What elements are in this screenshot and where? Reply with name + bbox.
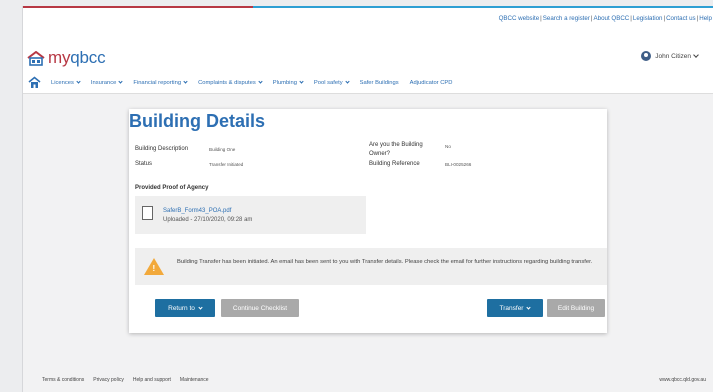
transfer-button[interactable]: Transfer: [487, 299, 543, 317]
proof-of-agency-file: SaferB_Form43_POA.pdf Uploaded - 27/10/2…: [135, 196, 366, 234]
chevron-down-icon: [344, 79, 350, 84]
return-to-button[interactable]: Return to: [155, 299, 215, 317]
building-description-label: Building Description: [135, 146, 189, 152]
site-header: myqbcc John Citizen: [23, 34, 713, 72]
chevron-down-icon: [258, 79, 263, 84]
transfer-alert: ! Building Transfer has been initiated. …: [135, 248, 607, 285]
house-logo-icon: [27, 50, 45, 66]
page-frame: QBCC website|Search a register|About QBC…: [22, 6, 713, 392]
chevron-down-icon: [299, 79, 304, 84]
footer-maintenance[interactable]: Maintenance: [180, 377, 209, 383]
nav-complaints-disputes[interactable]: Complaints & disputes: [198, 79, 263, 86]
page-title: Building Details: [129, 111, 266, 131]
building-description-value: Building One: [209, 147, 236, 152]
nav-adjudicator-cpd[interactable]: Adjudicator CPD: [410, 80, 453, 86]
nav-safer-buildings[interactable]: Safer Buildings: [360, 80, 399, 86]
owner-label-line2: Owner?: [369, 151, 391, 157]
chevron-down-icon: [198, 304, 203, 310]
building-reference-value: BLI-0025266: [445, 162, 472, 167]
main-nav: Licences Insurance Financial reporting C…: [23, 72, 713, 94]
utility-links: QBCC website|Search a register|About QBC…: [498, 15, 712, 22]
link-contact[interactable]: Contact us: [666, 15, 696, 22]
alert-message: Building Transfer has been initiated. An…: [177, 259, 593, 265]
status-value: Transfer Initiated: [209, 162, 244, 167]
footer-site-url[interactable]: www.qbcc.qld.gov.au: [659, 377, 706, 383]
file-link[interactable]: SaferB_Form43_POA.pdf: [163, 208, 231, 214]
link-search-register[interactable]: Search a register: [543, 15, 590, 22]
link-about[interactable]: About QBCC: [594, 15, 630, 22]
proof-of-agency-heading: Provided Proof of Agency: [135, 185, 209, 191]
owner-label: Are you the Building: [369, 142, 423, 148]
building-reference-label: Building Reference: [369, 161, 420, 167]
nav-financial-reporting[interactable]: Financial reporting: [133, 79, 188, 86]
chevron-down-icon: [526, 304, 532, 310]
user-name: John Citizen: [655, 52, 691, 60]
link-legislation[interactable]: Legislation: [633, 15, 663, 22]
continue-checklist-button[interactable]: Continue Checklist: [221, 299, 299, 317]
file-uploaded-date: Uploaded - 27/10/2020, 09:28 am: [163, 217, 253, 223]
home-icon[interactable]: [28, 76, 41, 89]
nav-pool-safety[interactable]: Pool safety: [314, 79, 350, 86]
chevron-down-icon: [693, 52, 699, 58]
user-menu[interactable]: John Citizen: [641, 51, 699, 61]
link-help[interactable]: Help: [699, 15, 712, 22]
chevron-down-icon: [118, 79, 123, 84]
building-details-card: Building Details Building Description Bu…: [129, 109, 607, 333]
footer-help-support[interactable]: Help and support: [133, 377, 171, 383]
footer-terms[interactable]: Terms & conditions: [42, 377, 84, 383]
nav-licences[interactable]: Licences: [51, 79, 81, 86]
owner-value: No: [445, 144, 451, 149]
myqbcc-logo[interactable]: myqbcc: [27, 48, 106, 68]
avatar: [641, 51, 652, 61]
link-qbcc-website[interactable]: QBCC website: [499, 15, 540, 22]
logo-wordmark: myqbcc: [48, 48, 106, 67]
accent-stripe: [23, 6, 253, 8]
chevron-down-icon: [183, 79, 188, 84]
site-footer: Terms & conditions Privacy policy Help a…: [23, 365, 713, 392]
status-label: Status: [135, 161, 153, 167]
footer-privacy[interactable]: Privacy policy: [93, 377, 124, 383]
nav-insurance[interactable]: Insurance: [91, 79, 123, 86]
top-utility-bar: QBCC website|Search a register|About QBC…: [23, 6, 713, 34]
nav-plumbing[interactable]: Plumbing: [273, 79, 304, 86]
chevron-down-icon: [76, 79, 81, 84]
document-icon: [142, 206, 153, 220]
footer-links: Terms & conditions Privacy policy Help a…: [42, 377, 218, 383]
edit-building-button[interactable]: Edit Building: [547, 299, 605, 317]
